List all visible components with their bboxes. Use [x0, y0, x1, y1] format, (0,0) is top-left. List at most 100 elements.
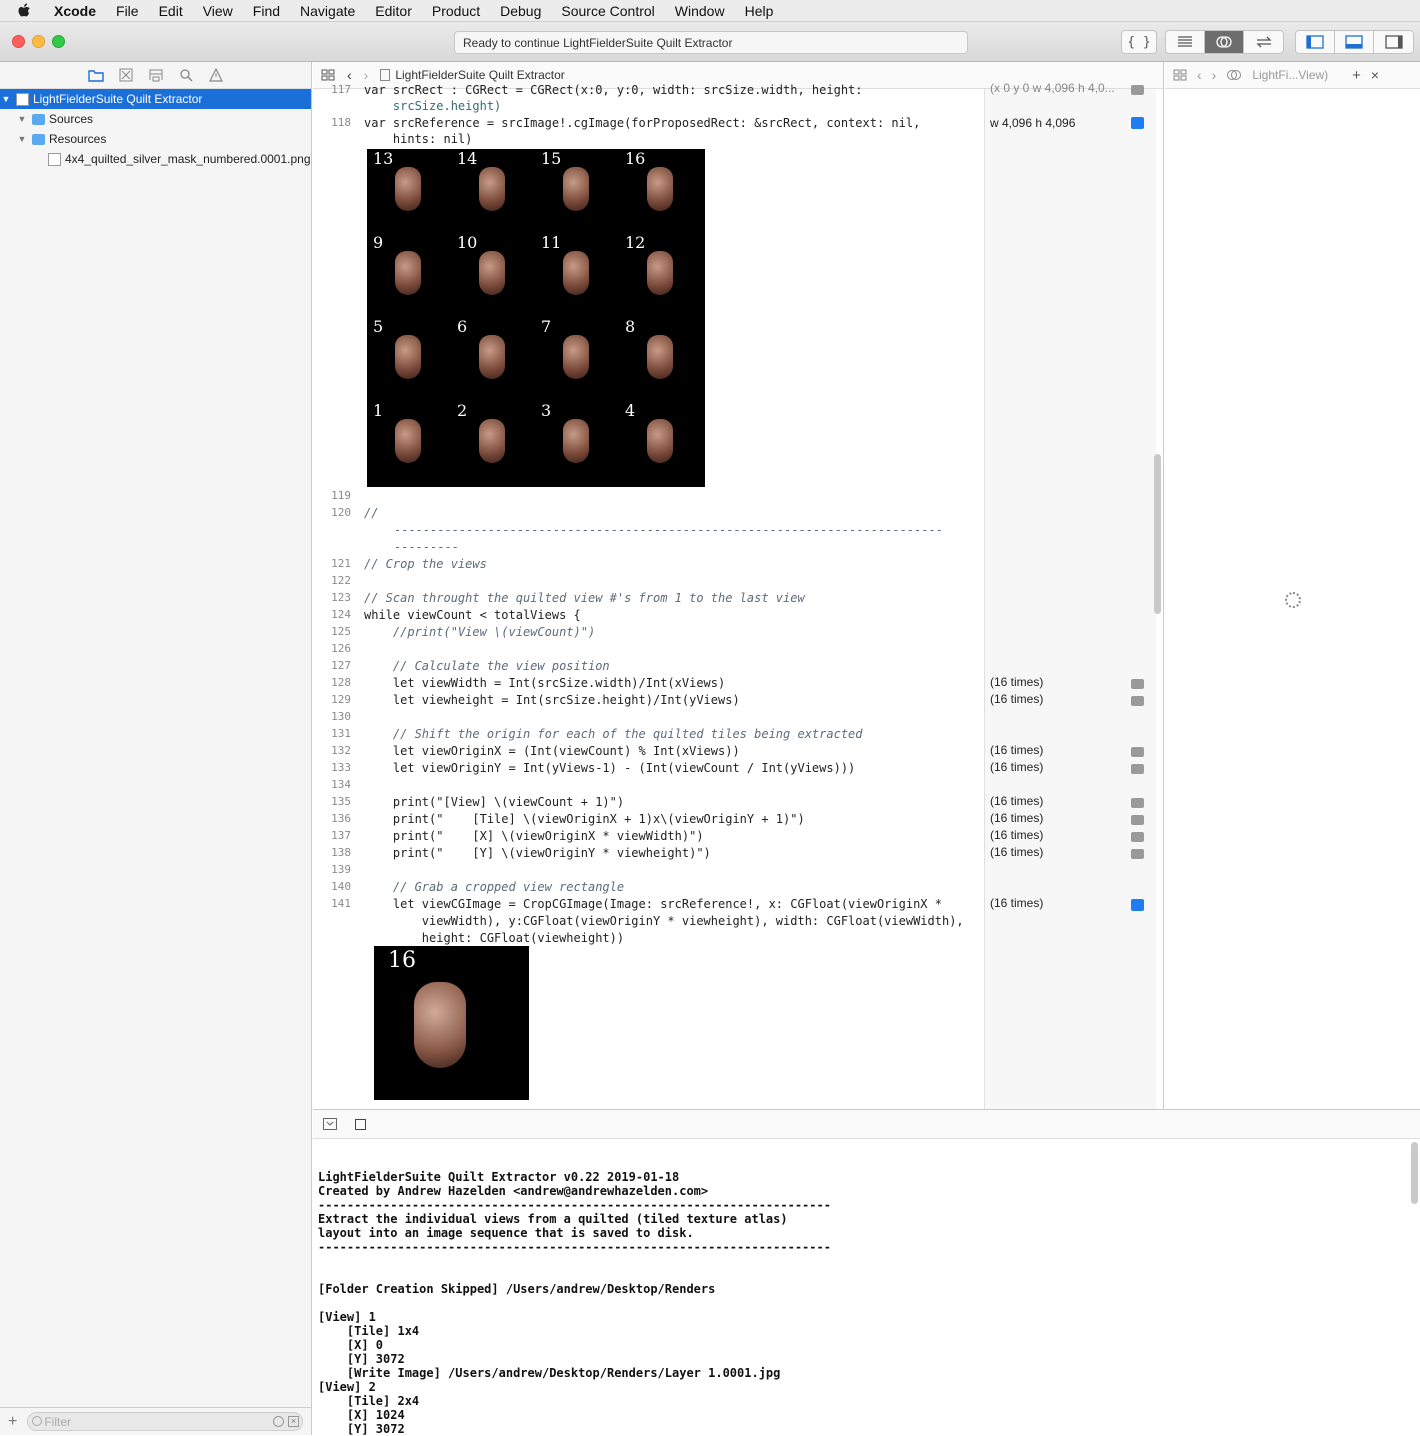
disclosure-open-icon[interactable]: ▼ — [16, 134, 28, 144]
menu-product[interactable]: Product — [432, 3, 480, 19]
folder-icon[interactable] — [87, 66, 105, 84]
close-window-button[interactable] — [12, 35, 25, 48]
related-items-icon[interactable] — [321, 69, 335, 81]
zoom-window-button[interactable] — [52, 35, 65, 48]
minimize-window-button[interactable] — [32, 35, 45, 48]
console-scrollbar[interactable] — [1411, 1142, 1418, 1204]
assistant-jump-label[interactable]: LightFi...View) — [1252, 68, 1328, 82]
back-chevron-icon[interactable]: ‹ — [1197, 67, 1202, 83]
code-line[interactable]: // — [364, 506, 378, 520]
toggle-navigator-button[interactable] — [1296, 31, 1335, 53]
code-line[interactable]: let viewWidth = Int(srcSize.width)/Int(x… — [364, 676, 725, 690]
quick-look-button[interactable] — [1131, 798, 1144, 808]
code-line[interactable]: // Crop the views — [364, 557, 487, 571]
add-editor-icon[interactable]: + — [1352, 67, 1361, 84]
toggle-debug-area-button[interactable] — [1335, 31, 1374, 53]
quick-look-button[interactable] — [1131, 85, 1144, 95]
run-stop-checkbox[interactable] — [355, 1118, 366, 1130]
editor-mode-control — [1165, 30, 1284, 54]
code-line[interactable]: // Shift the origin for each of the quil… — [364, 727, 863, 741]
code-line[interactable]: print(" [Y] \(viewOriginY * viewheight)"… — [364, 846, 711, 860]
disclosure-open-icon[interactable]: ▼ — [0, 94, 12, 104]
code-line[interactable]: let viewCGImage = CropCGImage(Image: src… — [364, 897, 942, 911]
forward-chevron-icon[interactable]: › — [364, 67, 369, 83]
menu-edit[interactable]: Edit — [159, 3, 183, 19]
code-line-continuation[interactable]: srcSize.height) — [364, 99, 501, 113]
inline-result-toggle[interactable] — [1131, 117, 1144, 129]
clear-filter-icon[interactable]: × — [288, 1416, 299, 1427]
code-line[interactable]: // Calculate the view position — [364, 659, 610, 673]
menu-debug[interactable]: Debug — [500, 3, 541, 19]
code-line[interactable]: print(" [Tile] \(viewOriginX + 1)x\(view… — [364, 812, 805, 826]
toggle-inspector-button[interactable] — [1374, 31, 1413, 53]
library-button[interactable]: { } — [1121, 30, 1157, 54]
source-control-icon[interactable] — [117, 66, 135, 84]
tile-number: 10 — [457, 233, 478, 252]
code-line[interactable]: let viewOriginX = (Int(viewCount) % Int(… — [364, 744, 740, 758]
hide-debug-area-icon[interactable] — [323, 1118, 337, 1130]
code-line[interactable]: //print("View \(viewCount)") — [364, 625, 595, 639]
version-editor-button[interactable] — [1244, 31, 1283, 53]
menu-file[interactable]: File — [116, 3, 139, 19]
navigator-filter-bar: + Filter × — [0, 1407, 311, 1435]
tree-item-project[interactable]: ▼ LightFielderSuite Quilt Extractor — [0, 89, 311, 109]
quick-look-button[interactable] — [1131, 849, 1144, 859]
code-line[interactable]: let viewheight = Int(srcSize.height)/Int… — [364, 693, 740, 707]
code-line-continuation[interactable]: viewWidth), y:CGFloat(viewOriginY * view… — [364, 914, 964, 928]
quick-look-button[interactable] — [1131, 832, 1144, 842]
menu-navigate[interactable]: Navigate — [300, 3, 355, 19]
mask-face — [563, 335, 589, 379]
tile-number: 16 — [625, 149, 646, 168]
quick-look-button[interactable] — [1131, 747, 1144, 757]
quick-look-button[interactable] — [1131, 815, 1144, 825]
code-line[interactable]: while viewCount < totalViews { — [364, 608, 581, 622]
tree-item-sources[interactable]: ▼ Sources — [0, 109, 311, 129]
tile-number: 1 — [373, 401, 384, 420]
standard-editor-button[interactable] — [1166, 31, 1205, 53]
menu-window[interactable]: Window — [675, 3, 725, 19]
tile-number: 4 — [625, 401, 636, 420]
warning-icon[interactable] — [207, 66, 225, 84]
quick-look-button[interactable] — [1131, 764, 1144, 774]
editor-scrollbar[interactable] — [1154, 454, 1161, 614]
tree-item-png-file[interactable]: 4x4_quilted_silver_mask_numbered.0001.pn… — [0, 149, 311, 169]
search-icon[interactable] — [177, 66, 195, 84]
quick-look-button[interactable] — [1131, 679, 1144, 689]
code-line[interactable]: // Scan throught the quilted view #'s fr… — [364, 591, 805, 605]
close-editor-icon[interactable]: × — [1371, 67, 1379, 83]
tile-number: 11 — [541, 233, 562, 252]
code-area[interactable]: 13 14 15 16 9 10 11 12 5 6 7 8 1 2 3 4 1… — [313, 81, 1163, 1109]
apple-menu-icon[interactable] — [18, 2, 34, 19]
hierarchy-icon[interactable] — [147, 66, 165, 84]
clock-icon[interactable] — [273, 1416, 284, 1427]
code-line[interactable]: var srcReference = srcImage!.cgImage(for… — [364, 116, 920, 130]
menu-help[interactable]: Help — [745, 3, 774, 19]
related-items-icon[interactable] — [1173, 69, 1187, 81]
code-line[interactable]: var srcRect : CGRect = CGRect(x:0, y:0, … — [364, 83, 863, 97]
menu-view[interactable]: View — [203, 3, 233, 19]
menu-app-xcode[interactable]: Xcode — [54, 3, 96, 19]
code-line[interactable]: print("[View] \(viewCount + 1)") — [364, 795, 624, 809]
console-output[interactable]: LightFielderSuite Quilt Extractor v0.22 … — [318, 1170, 831, 1436]
line-number: 136 — [331, 812, 351, 825]
code-line[interactable]: print(" [X] \(viewOriginX * viewWidth)") — [364, 829, 704, 843]
menu-source-control[interactable]: Source Control — [561, 3, 654, 19]
code-line-continuation[interactable]: hints: nil) — [364, 132, 472, 146]
tree-item-resources[interactable]: ▼ Resources — [0, 129, 311, 149]
jump-bar-file[interactable]: LightFielderSuite Quilt Extractor — [395, 68, 564, 82]
add-icon[interactable]: + — [8, 1413, 17, 1431]
code-line-continuation[interactable]: height: CGFloat(viewheight)) — [364, 931, 624, 945]
quick-look-button[interactable] — [1131, 696, 1144, 706]
code-line[interactable]: let viewOriginY = Int(yViews-1) - (Int(v… — [364, 761, 855, 775]
assistant-editor-button[interactable] — [1205, 31, 1244, 53]
menu-editor[interactable]: Editor — [375, 3, 412, 19]
overlapping-circles-icon[interactable] — [1226, 69, 1242, 81]
forward-chevron-icon[interactable]: › — [1212, 67, 1217, 83]
tile-number: 6 — [457, 317, 468, 336]
filter-input[interactable]: Filter × — [27, 1412, 303, 1431]
menu-find[interactable]: Find — [253, 3, 280, 19]
code-line[interactable]: // Grab a cropped view rectangle — [364, 880, 624, 894]
back-chevron-icon[interactable]: ‹ — [347, 67, 352, 83]
inline-result-toggle[interactable] — [1131, 899, 1144, 911]
disclosure-open-icon[interactable]: ▼ — [16, 114, 28, 124]
